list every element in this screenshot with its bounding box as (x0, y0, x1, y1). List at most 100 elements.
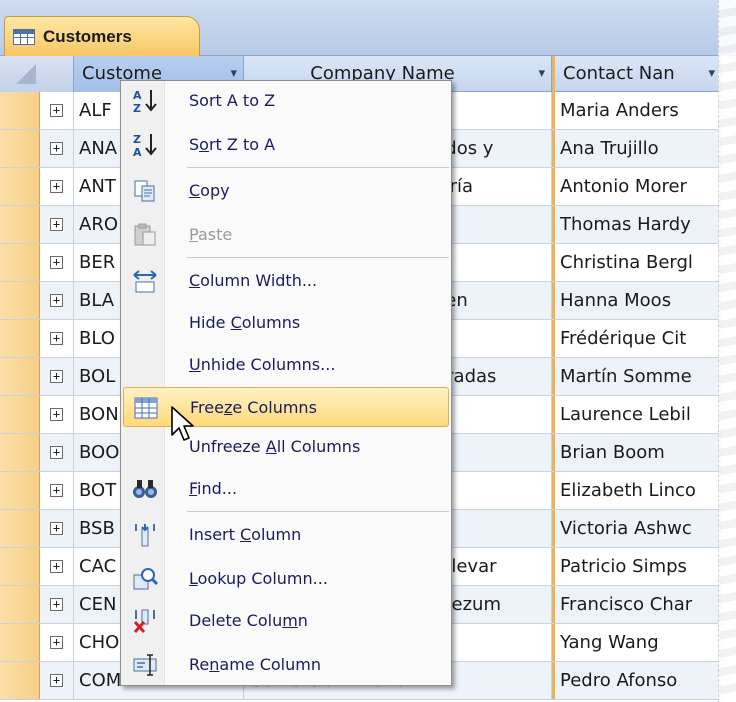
chevron-down-icon[interactable]: ▾ (538, 56, 545, 92)
cell-contact-name[interactable]: Maria Anders (552, 92, 722, 129)
insert-column-icon (131, 521, 159, 549)
menu-item-label: Unfreeze All Columns (189, 437, 361, 456)
record-selector[interactable] (0, 168, 40, 205)
expand-plus-icon[interactable]: + (50, 218, 63, 231)
subdatasheet-expander[interactable]: + (40, 92, 74, 129)
expand-plus-icon[interactable]: + (50, 142, 63, 155)
menu-item-5[interactable]: Hide Columns (123, 303, 449, 343)
expand-plus-icon[interactable]: + (50, 294, 63, 307)
customers-tab[interactable]: Customers (4, 16, 200, 56)
subdatasheet-expander[interactable]: + (40, 358, 74, 395)
menu-item-label: Freeze Columns (190, 398, 317, 417)
menu-separator (187, 511, 449, 512)
column-context-menu: A Z Sort A to Z Z A Sort Z to A Copy Paste Colum… (120, 80, 452, 686)
record-selector[interactable] (0, 624, 40, 661)
subdatasheet-expander[interactable]: + (40, 282, 74, 319)
menu-item-4[interactable]: Column Width... (123, 261, 449, 301)
cell-contact-name[interactable]: Francisco Char (552, 586, 722, 623)
subdatasheet-expander[interactable]: + (40, 206, 74, 243)
cell-contact-name[interactable]: Martín Somme (552, 358, 722, 395)
subdatasheet-expander[interactable]: + (40, 586, 74, 623)
cell-contact-name[interactable]: Pedro Afonso (552, 662, 722, 699)
expand-plus-icon[interactable]: + (50, 408, 63, 421)
record-selector[interactable] (0, 472, 40, 509)
cell-contact-name[interactable]: Antonio Morer (552, 168, 722, 205)
record-selector[interactable] (0, 206, 40, 243)
menu-item-label: Find... (189, 479, 238, 498)
menu-item-9[interactable]: Find... (123, 469, 449, 509)
menu-item-2[interactable]: Copy (123, 171, 449, 211)
subdatasheet-expander[interactable]: + (40, 624, 74, 661)
menu-item-label: Paste (189, 225, 233, 244)
copy-icon (131, 177, 159, 205)
record-selector[interactable] (0, 510, 40, 547)
svg-text:A: A (133, 89, 142, 102)
subdatasheet-expander[interactable]: + (40, 168, 74, 205)
expand-plus-icon[interactable]: + (50, 636, 63, 649)
record-selector[interactable] (0, 358, 40, 395)
cell-contact-name[interactable]: Thomas Hardy (552, 206, 722, 243)
cell-contact-name[interactable]: Christina Bergl (552, 244, 722, 281)
chevron-down-icon[interactable]: ▾ (708, 56, 715, 92)
record-selector[interactable] (0, 244, 40, 281)
menu-separator (187, 257, 449, 258)
subdatasheet-expander[interactable]: + (40, 244, 74, 281)
column-width-icon (131, 267, 159, 295)
record-selector[interactable] (0, 130, 40, 167)
cell-contact-name[interactable]: Victoria Ashwc (552, 510, 722, 547)
menu-item-6[interactable]: Unhide Columns... (123, 345, 449, 385)
column-header-contact-name[interactable]: Contact Nan ▾ (552, 56, 722, 92)
menu-item-label: Insert Column (189, 525, 302, 544)
subdatasheet-expander[interactable]: + (40, 320, 74, 357)
sort-ascending-icon: AZ (131, 87, 159, 115)
subdatasheet-expander[interactable]: + (40, 510, 74, 547)
menu-item-3[interactable]: Paste (123, 215, 449, 255)
subdatasheet-expander[interactable]: + (40, 396, 74, 433)
expand-plus-icon[interactable]: + (50, 446, 63, 459)
expand-plus-icon[interactable]: + (50, 104, 63, 117)
record-selector[interactable] (0, 396, 40, 433)
cell-contact-name[interactable]: Laurence Lebil (552, 396, 722, 433)
menu-item-11[interactable]: Lookup Column... (123, 559, 449, 599)
expand-plus-icon[interactable]: + (50, 560, 63, 573)
cell-contact-name[interactable]: Hanna Moos (552, 282, 722, 319)
subdatasheet-expander[interactable]: + (40, 130, 74, 167)
expand-plus-icon[interactable]: + (50, 674, 63, 687)
record-selector[interactable] (0, 662, 40, 699)
svg-text:Z: Z (133, 102, 141, 115)
cell-contact-name[interactable]: Elizabeth Linco (552, 472, 722, 509)
torn-edge-decoration (718, 0, 736, 702)
paste-icon (131, 221, 159, 249)
record-selector[interactable] (0, 548, 40, 585)
menu-item-label: Lookup Column... (189, 569, 328, 588)
menu-separator (187, 167, 449, 168)
record-selector[interactable] (0, 320, 40, 357)
expand-plus-icon[interactable]: + (50, 332, 63, 345)
menu-item-1[interactable]: Z A Sort Z to A (123, 125, 449, 165)
select-all-button[interactable] (0, 56, 74, 92)
cell-contact-name[interactable]: Frédérique Cit (552, 320, 722, 357)
menu-item-13[interactable]: Rename Column (123, 645, 449, 685)
subdatasheet-expander[interactable]: + (40, 548, 74, 585)
expand-plus-icon[interactable]: + (50, 522, 63, 535)
cell-contact-name[interactable]: Patricio Simps (552, 548, 722, 585)
menu-item-0[interactable]: A Z Sort A to Z (123, 81, 449, 121)
record-selector[interactable] (0, 92, 40, 129)
menu-item-10[interactable]: Insert Column (123, 515, 449, 555)
subdatasheet-expander[interactable]: + (40, 434, 74, 471)
record-selector[interactable] (0, 434, 40, 471)
record-selector[interactable] (0, 282, 40, 319)
subdatasheet-expander[interactable]: + (40, 472, 74, 509)
expand-plus-icon[interactable]: + (50, 598, 63, 611)
cell-contact-name[interactable]: Yang Wang (552, 624, 722, 661)
menu-item-label: Unhide Columns... (189, 355, 336, 374)
expand-plus-icon[interactable]: + (50, 484, 63, 497)
expand-plus-icon[interactable]: + (50, 256, 63, 269)
cell-contact-name[interactable]: Ana Trujillo (552, 130, 722, 167)
subdatasheet-expander[interactable]: + (40, 662, 74, 699)
record-selector[interactable] (0, 586, 40, 623)
expand-plus-icon[interactable]: + (50, 180, 63, 193)
menu-item-12[interactable]: Delete Column (123, 601, 449, 641)
cell-contact-name[interactable]: Brian Boom (552, 434, 722, 471)
expand-plus-icon[interactable]: + (50, 370, 63, 383)
